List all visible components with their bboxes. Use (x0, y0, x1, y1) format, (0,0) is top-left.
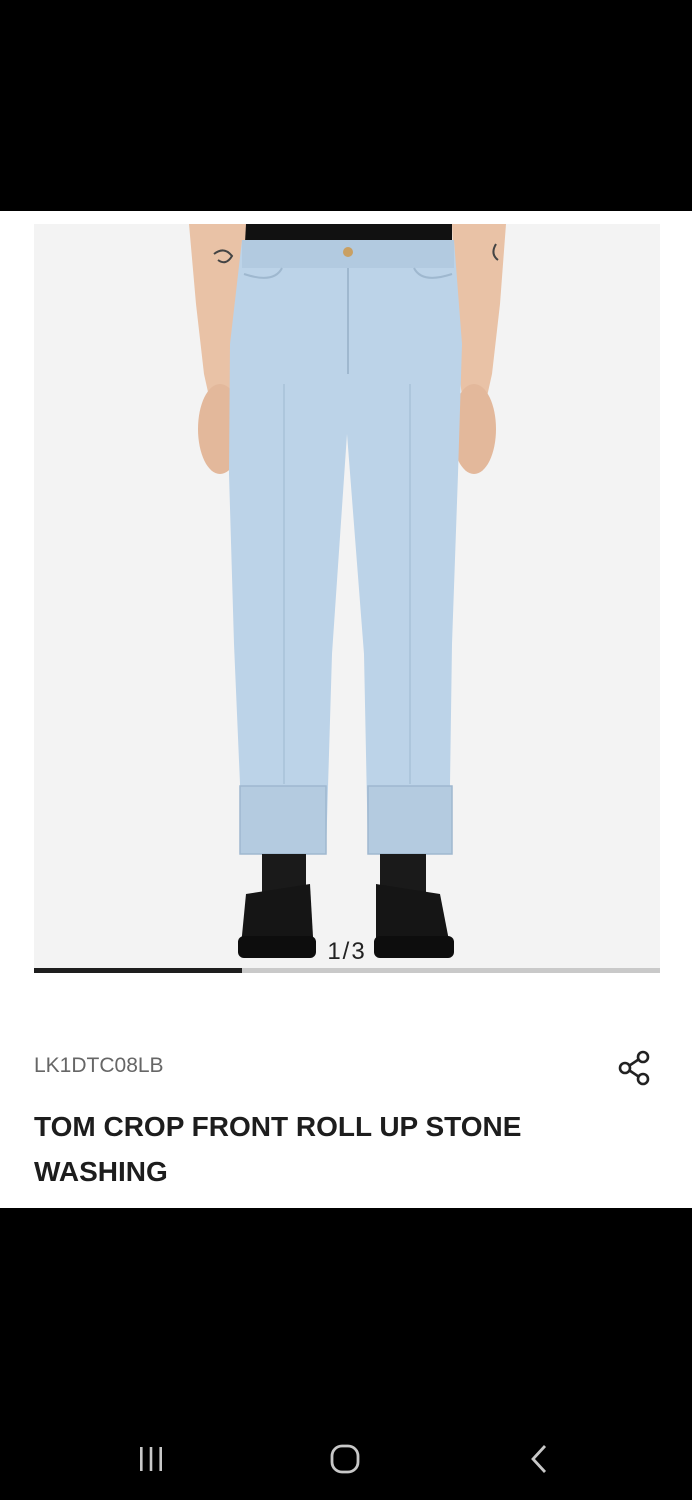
product-sku: LK1DTC08LB (34, 1054, 164, 1077)
gallery-progress-fill (34, 968, 243, 973)
share-icon (618, 1050, 650, 1086)
product-photo (189, 224, 506, 958)
back-button[interactable] (509, 1435, 569, 1483)
product-image-carousel[interactable]: 1/3 (34, 224, 660, 969)
home-button[interactable] (315, 1435, 375, 1483)
share-button[interactable] (614, 1047, 656, 1089)
recent-apps-icon (140, 1447, 162, 1471)
gallery-counter: 1/3 (327, 938, 367, 965)
gallery-progress-track (34, 968, 660, 973)
back-icon (531, 1445, 547, 1473)
product-title: TOM CROP FRONT ROLL UP STONE WASHING (34, 1111, 522, 1187)
home-icon (330, 1444, 360, 1474)
status-area (0, 0, 692, 211)
recent-apps-button[interactable] (121, 1435, 181, 1483)
product-detail: 1/3 LK1DTC08LB TOM CROP FRONT ROLL UP ST… (0, 211, 692, 1208)
